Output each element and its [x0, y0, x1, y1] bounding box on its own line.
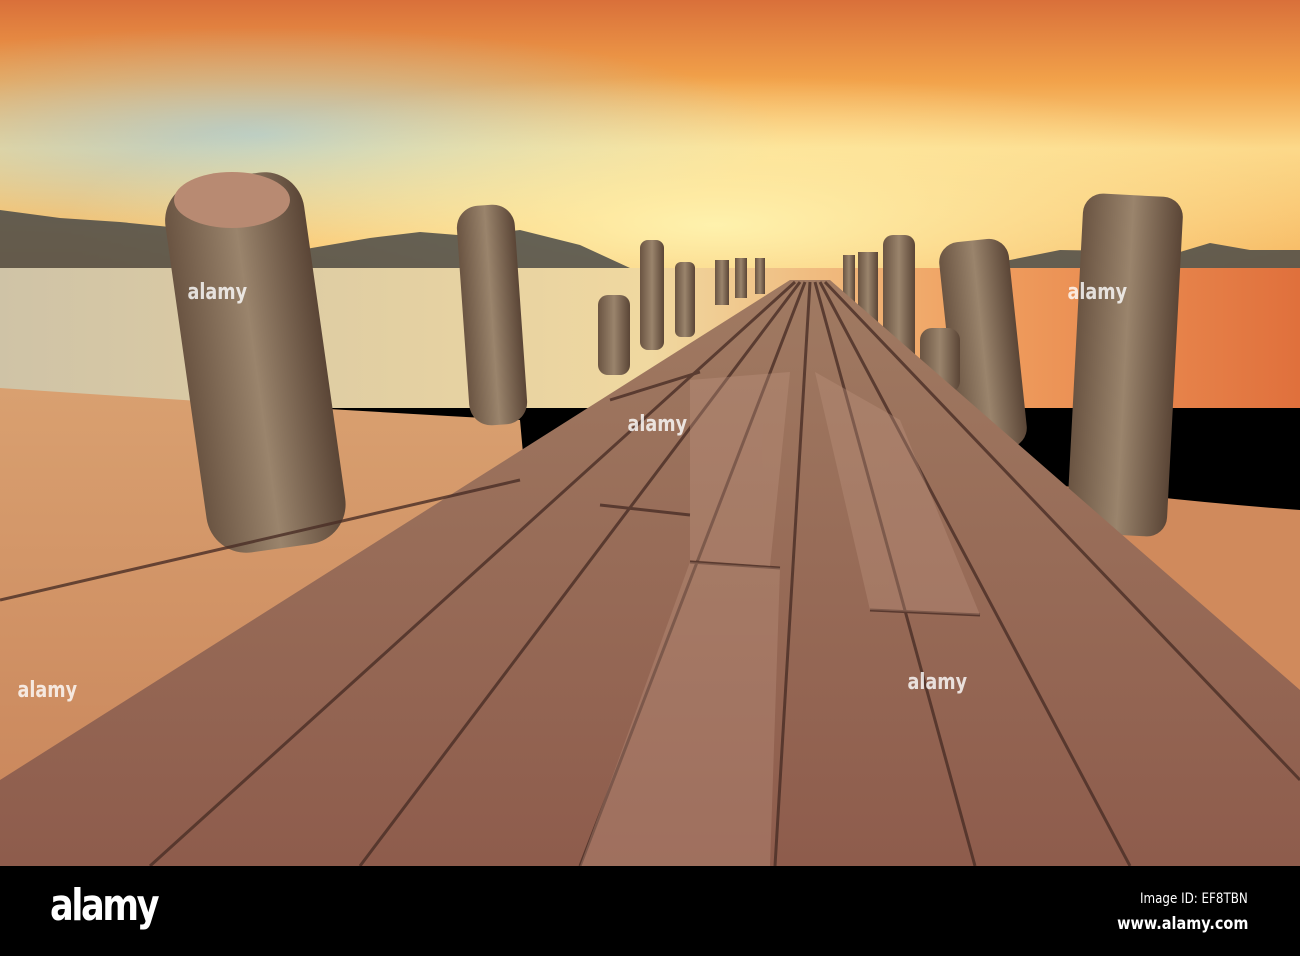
- watermark: alamy: [1067, 280, 1128, 305]
- watermark: alamy: [17, 678, 78, 703]
- site-url: www.alamy.com: [1116, 914, 1248, 934]
- image-id: Image ID: EF8TBN: [1140, 891, 1248, 907]
- stock-photo: alamy alamy alamy alamy alamy alamy Imag…: [0, 0, 1300, 956]
- alamy-logo: alamy: [50, 880, 160, 931]
- watermark: alamy: [187, 280, 248, 305]
- watermark: alamy: [627, 412, 688, 437]
- footer-bar: alamy Image ID: EF8TBN www.alamy.com: [0, 866, 1300, 956]
- watermark: alamy: [907, 670, 968, 695]
